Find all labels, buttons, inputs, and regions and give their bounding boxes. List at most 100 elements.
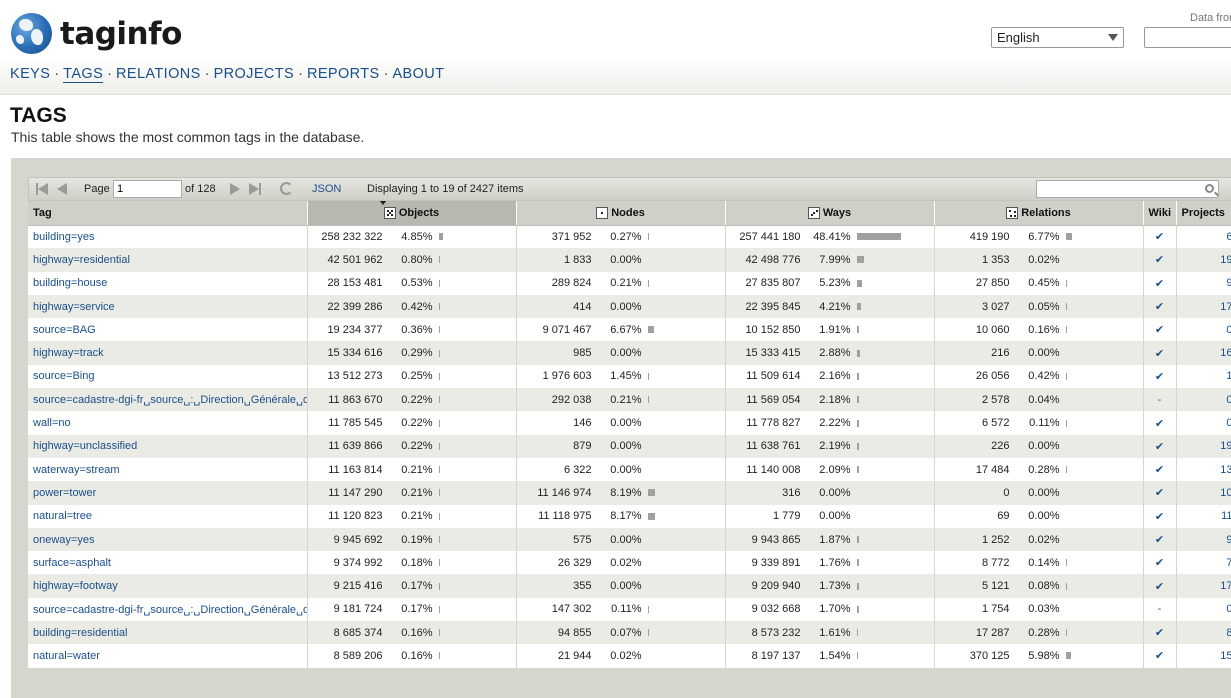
tag-link[interactable]: source=BAG bbox=[33, 324, 96, 336]
tag-link[interactable]: highway=track bbox=[33, 347, 104, 359]
projects-count-link[interactable]: 0 bbox=[1226, 394, 1231, 406]
ways-cell: 9 209 940 1.73% bbox=[725, 574, 934, 598]
relations-percent-bar bbox=[1065, 466, 1067, 474]
projects-count-link[interactable]: 9 bbox=[1226, 277, 1231, 289]
projects-count-link[interactable]: 10 bbox=[1220, 487, 1231, 499]
projects-count-link[interactable]: 17 bbox=[1220, 301, 1231, 313]
prev-page-icon[interactable] bbox=[57, 183, 67, 195]
objects-percent: 0.42% bbox=[401, 300, 433, 313]
nav-item-about[interactable]: ABOUT bbox=[392, 66, 444, 82]
projects-count-link[interactable]: 15 bbox=[1220, 650, 1231, 662]
nav-item-reports[interactable]: REPORTS bbox=[307, 66, 380, 82]
column-header-projects[interactable]: Projects bbox=[1176, 201, 1231, 226]
column-header-nodes[interactable]: Nodes bbox=[516, 201, 726, 226]
projects-count-link[interactable]: 0 bbox=[1226, 324, 1231, 336]
tag-link[interactable]: source=cadastre-dgi-fr␣source␣:␣Directio… bbox=[33, 394, 306, 406]
tag-link[interactable]: source=cadastre-dgi-fr␣source␣:␣Directio… bbox=[33, 604, 306, 616]
wiki-status: ✔ bbox=[1143, 457, 1176, 482]
column-header-nodes-label: Nodes bbox=[611, 206, 645, 219]
wiki-status: ✔ bbox=[1143, 364, 1176, 389]
column-header-relations[interactable]: Relations bbox=[934, 201, 1144, 226]
tag-link[interactable]: power=tower bbox=[33, 487, 96, 499]
relations-percent-bar bbox=[1065, 372, 1067, 380]
projects-count-link[interactable]: 6 bbox=[1226, 231, 1231, 243]
tag-link[interactable]: building=yes bbox=[33, 231, 94, 243]
relations-count: 27 850 bbox=[975, 277, 1010, 290]
last-page-icon[interactable] bbox=[249, 183, 263, 195]
objects-percent-bar bbox=[438, 326, 440, 334]
projects-count-link[interactable]: 0 bbox=[1226, 417, 1231, 429]
objects-percent: 0.22% bbox=[401, 393, 433, 406]
json-link[interactable]: JSON bbox=[312, 178, 341, 200]
tag-link[interactable]: highway=footway bbox=[33, 580, 118, 592]
tag-link[interactable]: surface=asphalt bbox=[33, 557, 111, 569]
tag-link[interactable]: building=residential bbox=[33, 627, 127, 639]
table-row: natural=water 8 589 206 0.16% 21 944 0.02% 8 … bbox=[28, 644, 1231, 668]
objects-percent: 0.17% bbox=[401, 603, 433, 616]
projects-count-link[interactable]: 11 bbox=[1221, 510, 1231, 522]
objects-percent: 0.36% bbox=[401, 323, 433, 336]
nav-item-keys[interactable]: KEYS bbox=[10, 66, 50, 82]
first-page-icon[interactable] bbox=[36, 183, 50, 195]
tag-cell: highway=service bbox=[28, 294, 307, 319]
nodes-percent: 0.00% bbox=[610, 580, 642, 593]
all-objects-icon bbox=[383, 206, 396, 219]
projects-count-link[interactable]: 16 bbox=[1220, 347, 1231, 359]
language-select[interactable]: English bbox=[991, 27, 1124, 48]
projects-count-link[interactable]: 8 bbox=[1226, 627, 1231, 639]
next-page-icon[interactable] bbox=[230, 183, 240, 195]
projects-count-link[interactable]: 13 bbox=[1220, 464, 1231, 476]
grid-search-input[interactable] bbox=[1036, 180, 1219, 198]
relations-percent-bar bbox=[1065, 326, 1067, 334]
tag-link[interactable]: highway=service bbox=[33, 301, 115, 313]
ways-percent: 2.22% bbox=[819, 417, 851, 430]
header-search-input[interactable] bbox=[1144, 27, 1231, 48]
column-header-relations-label: Relations bbox=[1021, 206, 1071, 219]
nodes-percent: 8.17% bbox=[610, 510, 642, 523]
column-header-ways[interactable]: Ways bbox=[725, 201, 935, 226]
nav-item-tags[interactable]: TAGS bbox=[63, 66, 104, 83]
objects-count: 13 512 273 bbox=[327, 370, 383, 383]
nodes-count: 147 302 bbox=[551, 603, 592, 616]
column-header-wiki[interactable]: Wiki bbox=[1143, 201, 1177, 226]
nav-item-relations[interactable]: RELATIONS bbox=[116, 66, 201, 82]
relations-cell: 3 027 0.05% bbox=[934, 294, 1143, 319]
projects-count-link[interactable]: 19 bbox=[1220, 254, 1231, 266]
relations-percent-bar bbox=[1065, 303, 1067, 311]
tag-link[interactable]: natural=tree bbox=[33, 510, 92, 522]
site-header: taginfo KEYS · TAGS · RELATIONS · PROJECTS · REP… bbox=[0, 0, 1231, 95]
nodes-percent-bar bbox=[647, 372, 649, 380]
tag-link[interactable]: natural=water bbox=[33, 650, 100, 662]
projects-count-link[interactable]: 7 bbox=[1226, 557, 1231, 569]
reload-icon[interactable] bbox=[280, 182, 293, 195]
column-header-tag[interactable]: Tag bbox=[28, 201, 308, 226]
wiki-status: ✔ bbox=[1143, 294, 1176, 319]
column-header-objects[interactable]: Objects bbox=[307, 201, 517, 226]
nodes-percent-bar bbox=[647, 629, 649, 637]
ways-cell: 9 339 891 1.76% bbox=[725, 551, 934, 575]
tag-link[interactable]: source=Bing bbox=[33, 370, 94, 382]
nav-item-projects[interactable]: PROJECTS bbox=[214, 66, 295, 82]
relations-percent: 0.11% bbox=[1029, 417, 1060, 430]
tag-link[interactable]: wall=no bbox=[33, 417, 71, 429]
projects-count-link[interactable]: 17 bbox=[1220, 580, 1231, 592]
projects-count-link[interactable]: 9 bbox=[1226, 534, 1231, 546]
projects-count-link[interactable]: 1 bbox=[1226, 370, 1231, 382]
tag-link[interactable]: waterway=stream bbox=[33, 464, 120, 476]
tag-link[interactable]: highway=unclassified bbox=[33, 440, 137, 452]
projects-count-cell: 0 bbox=[1176, 411, 1231, 435]
tag-link[interactable]: oneway=yes bbox=[33, 534, 94, 546]
projects-count-link[interactable]: 0 bbox=[1226, 603, 1231, 615]
objects-count: 42 501 962 bbox=[327, 253, 383, 266]
objects-count: 11 120 823 bbox=[328, 510, 383, 523]
tag-link[interactable]: highway=residential bbox=[33, 254, 130, 266]
projects-count-link[interactable]: 19 bbox=[1220, 440, 1231, 452]
nodes-cell: 1 976 603 1.45% bbox=[516, 364, 725, 389]
objects-percent: 0.16% bbox=[401, 649, 433, 662]
page-number-input[interactable] bbox=[113, 180, 182, 198]
nodes-percent: 0.00% bbox=[610, 463, 642, 476]
taginfo-logo[interactable]: taginfo bbox=[11, 13, 182, 54]
objects-count: 28 153 481 bbox=[327, 277, 383, 290]
tag-link[interactable]: building=house bbox=[33, 277, 107, 289]
table-row: surface=asphalt 9 374 992 0.18% 26 329 0.02%… bbox=[28, 551, 1231, 575]
